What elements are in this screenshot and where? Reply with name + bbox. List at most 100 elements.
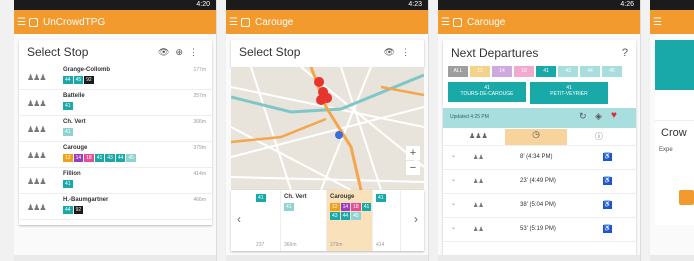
teal-panel <box>655 40 694 90</box>
hamburger-menu-icon[interactable]: ☰ <box>17 17 27 28</box>
line-badge: 43 <box>105 154 115 162</box>
globe-icon[interactable]: ⊕ <box>175 47 189 57</box>
departure-time: 53' (5:19 PM) <box>520 226 556 232</box>
info-icon[interactable]: ⓘ <box>595 131 603 142</box>
hamburger-menu-icon[interactable]: ☰ <box>441 17 451 28</box>
line-badges: 41 <box>63 180 73 188</box>
chevron-down-icon[interactable]: ⌄ <box>451 176 456 183</box>
departure-row[interactable]: ⌄ ♟♟ 53' (5:19 PM) ♿ <box>443 218 636 242</box>
chevron-down-icon[interactable]: ⌄ <box>451 200 456 207</box>
orange-action[interactable] <box>679 190 694 205</box>
line-badge: 41 <box>63 180 73 188</box>
line-filter-button[interactable]: 45 <box>602 66 622 77</box>
status-time: 4:26 <box>620 1 634 8</box>
stop-name: Carouge <box>63 145 88 151</box>
stop-distance: 366m <box>284 242 297 248</box>
hamburger-menu-icon[interactable]: ☰ <box>229 17 239 28</box>
app-title: Carouge <box>255 16 294 28</box>
zoom-in-button[interactable]: + <box>406 146 420 160</box>
screen-partial: ☰ Crow Expe <box>650 0 694 261</box>
status-bar <box>650 0 694 10</box>
card-title: Next Departures <box>451 46 539 60</box>
line-filter-button[interactable]: 12 <box>470 66 490 77</box>
nav-bar <box>650 255 694 261</box>
departure-row[interactable]: ⌄ ♟♟ 38' (5:04 PM) ♿ <box>443 194 636 218</box>
stop-name: Fillion <box>63 171 81 177</box>
line-badge: 44 <box>63 206 73 214</box>
bus-icon <box>241 17 250 27</box>
refresh-icon[interactable]: ↻ <box>579 111 587 122</box>
stop-list: ♟♟♟ Grange-Collomb 177m 44 45 92 ♟♟♟ Battelle 25… <box>19 64 212 220</box>
chevron-down-icon[interactable]: ⌄ <box>451 152 456 159</box>
status-bar: 4:26 <box>438 0 640 10</box>
departure-row[interactable]: ⌄ ♟♟ 8' (4:34 PM) ♿ <box>443 146 636 170</box>
stop-row[interactable]: ♟♟♟ Grange-Collomb 177m 44 45 92 <box>19 64 212 90</box>
stop-row[interactable]: ♟♟♟ Fillion 414m 41 <box>19 168 212 194</box>
bus-icon <box>453 17 462 27</box>
zoom-out-button[interactable]: − <box>406 161 420 175</box>
direction-tab[interactable]: 41 TOURS-DE-CAROUGE <box>448 82 526 104</box>
more-vert-icon[interactable]: ⋮ <box>189 47 204 57</box>
wheelchair-icon: ♿ <box>603 201 612 209</box>
app-bar: ☰ UnCrowdTPG <box>14 10 216 34</box>
stop-name: Ch. Vert <box>284 194 307 200</box>
stop-row[interactable]: ♟♟♟ Carouge 379m 12 14 18 41 43 44 45 <box>19 142 212 168</box>
direction-tab[interactable]: 41 PETIT-VEYRIER <box>530 82 608 104</box>
stop-name: Carouge <box>330 194 355 200</box>
eye-icon[interactable]: 👁 <box>158 47 175 57</box>
line-filter-button[interactable]: ALL <box>448 66 468 77</box>
crowd-icon: ♟♟♟ <box>27 125 46 134</box>
line-badge: 41 <box>284 203 294 211</box>
chevron-down-icon[interactable]: ⌄ <box>451 224 456 231</box>
nav-bar <box>226 255 428 261</box>
line-filter-button[interactable]: 14 <box>492 66 512 77</box>
hamburger-menu-icon[interactable]: ☰ <box>653 17 663 28</box>
stop-row[interactable]: ♟♟♟ Ch. Vert 366m 41 <box>19 116 212 142</box>
eye-icon[interactable]: 👁 <box>384 47 401 57</box>
line-filter-button[interactable]: 41 <box>536 66 556 77</box>
white-panel <box>655 90 694 120</box>
line-badge: 44 <box>340 212 351 220</box>
line-badges: 41 <box>63 102 73 110</box>
line-badge: 14 <box>73 154 84 162</box>
carousel-stop[interactable]: Carouge 12 14 18 41 43 44 45 379m <box>327 190 373 251</box>
crowd-icon: ♟♟ <box>473 203 484 209</box>
line-filter-button[interactable]: 43 <box>558 66 578 77</box>
wheelchair-icon: ♿ <box>603 225 612 233</box>
status-time: 4:23 <box>408 1 422 8</box>
line-badge: 45 <box>126 154 136 162</box>
crowd-card: Crow Expe <box>655 120 694 225</box>
navigate-icon[interactable]: ◈ <box>595 111 602 122</box>
carousel-stop[interactable]: 41 414 <box>373 190 401 251</box>
stop-distance: 414m <box>193 171 206 177</box>
line-badges: 41 <box>376 194 418 202</box>
app-bar: ☰ Carouge <box>226 10 428 34</box>
line-filter-grid: ALL 12 14 18 41 43 44 45 <box>448 66 623 77</box>
line-badge: 41 <box>63 102 73 110</box>
screen-next-departures: 4:26 ☰ Carouge Next Departures ? ALL 12 14… <box>438 0 641 261</box>
carousel-stop[interactable]: 41 237 <box>253 190 281 251</box>
more-vert-icon[interactable]: ⋮ <box>401 47 416 57</box>
carousel-stop[interactable]: Ch. Vert 41 366m <box>281 190 327 251</box>
chevron-right-icon[interactable]: › <box>414 212 418 226</box>
chevron-left-icon[interactable]: ‹ <box>237 212 241 226</box>
stop-row[interactable]: ♟♟♟ H.-Baumgartner 466m 44 92 <box>19 194 212 220</box>
map-view[interactable]: + − <box>231 67 424 190</box>
line-badge: 41 <box>361 203 372 211</box>
stop-row[interactable]: ♟♟♟ Battelle 257m 41 <box>19 90 212 116</box>
clock-header[interactable]: ◷ <box>505 129 567 145</box>
nav-bar <box>14 255 216 261</box>
line-filter-button[interactable]: 44 <box>580 66 600 77</box>
line-badge: 12 <box>63 154 73 162</box>
departure-time: 38' (5:04 PM) <box>520 202 556 208</box>
crowd-icon: ♟♟ <box>473 227 484 233</box>
heart-icon[interactable]: ♥ <box>611 110 617 121</box>
status-time: 4:20 <box>196 1 210 8</box>
line-filter-button[interactable]: 18 <box>514 66 534 77</box>
help-icon[interactable]: ? <box>622 47 628 59</box>
stop-name: Grange-Collomb <box>63 67 111 73</box>
departure-row[interactable]: ⌄ ♟♟ 23' (4:49 PM) ♿ <box>443 170 636 194</box>
nav-bar <box>438 255 640 261</box>
line-badges: 44 92 <box>63 206 84 214</box>
stop-name: H.-Baumgartner <box>63 197 109 203</box>
